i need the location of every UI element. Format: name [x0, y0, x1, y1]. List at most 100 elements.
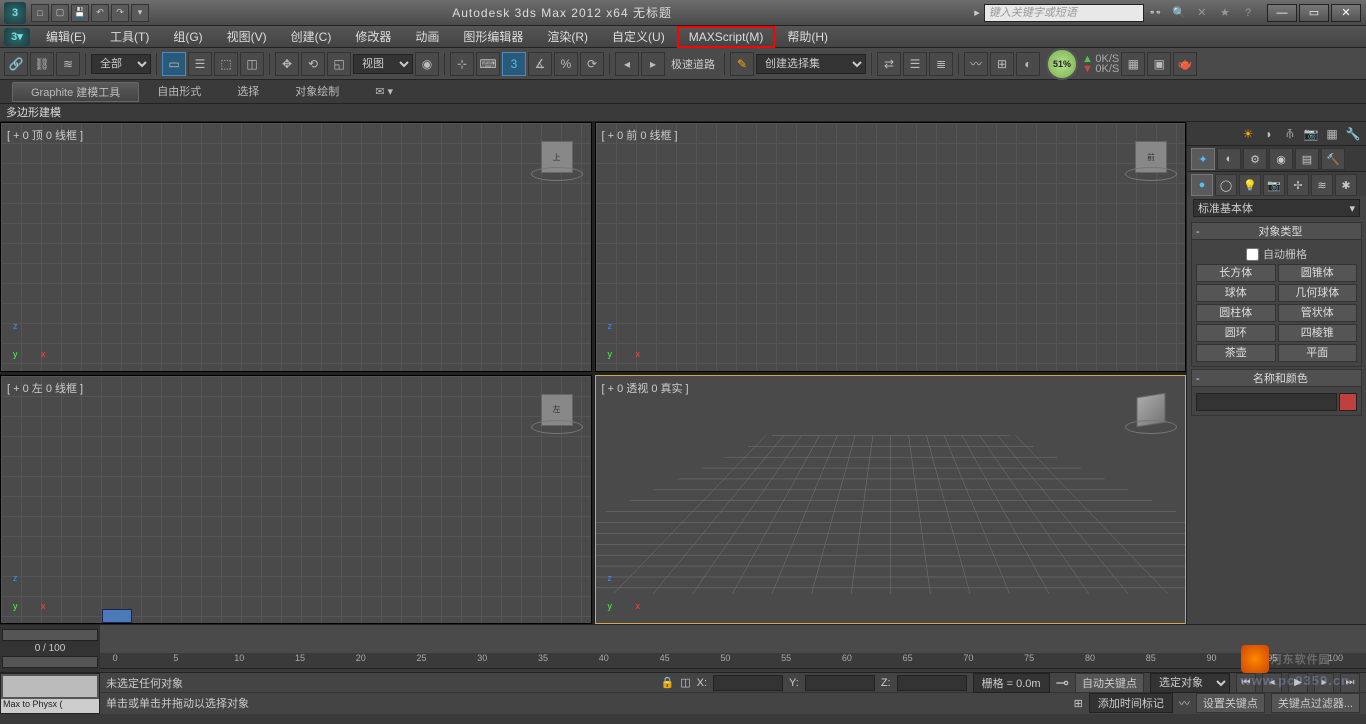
menu-modifiers[interactable]: 修改器: [343, 27, 403, 47]
menu-customize[interactable]: 自定义(U): [600, 27, 677, 47]
coord-x-input[interactable]: [713, 675, 783, 691]
minimize-button[interactable]: —: [1267, 4, 1297, 22]
object-color-swatch[interactable]: [1339, 393, 1357, 411]
obj-torus-button[interactable]: 圆环: [1196, 324, 1276, 342]
obj-pyramid-button[interactable]: 四棱锥: [1278, 324, 1358, 342]
percent-snap-icon[interactable]: %: [554, 52, 578, 76]
material-editor-icon[interactable]: ◐: [1016, 52, 1040, 76]
addtime-button[interactable]: 添加时间标记: [1089, 693, 1173, 713]
qat-new-icon[interactable]: □: [31, 4, 49, 22]
shapes-cat-icon[interactable]: ◯: [1215, 174, 1237, 196]
ribbon-expand-icon[interactable]: ✉ ▾: [357, 82, 411, 102]
render-setup-icon[interactable]: ▦: [1121, 52, 1145, 76]
rotate-icon[interactable]: ⟲: [301, 52, 325, 76]
object-name-input[interactable]: [1196, 393, 1337, 411]
hierarchy-icon[interactable]: ⫚: [1281, 125, 1299, 143]
coord-z-input[interactable]: [897, 675, 967, 691]
manipulate-icon[interactable]: ⊹: [450, 52, 474, 76]
link-icon[interactable]: 🔗: [4, 52, 28, 76]
ref-coord-select[interactable]: 视图: [353, 54, 413, 74]
menu-group[interactable]: 组(G): [161, 27, 214, 47]
menu-maxscript[interactable]: MAXScript(M): [677, 26, 776, 48]
rollout-namecolor-header[interactable]: -名称和颜色: [1191, 369, 1362, 387]
exchange-icon[interactable]: ✕: [1193, 4, 1211, 22]
keyfilter-button[interactable]: 关键点过滤器...: [1271, 693, 1360, 713]
ribbon-tab-graphite[interactable]: Graphite 建模工具: [12, 82, 139, 102]
render-icon[interactable]: 🫖: [1173, 52, 1197, 76]
layers-icon[interactable]: ≣: [929, 52, 953, 76]
time-slider[interactable]: [102, 609, 132, 623]
helpers-cat-icon[interactable]: ✢: [1287, 174, 1309, 196]
ribbon-tab-objpaint[interactable]: 对象绘制: [277, 82, 357, 102]
spacewarps-cat-icon[interactable]: ≋: [1311, 174, 1333, 196]
maximize-button[interactable]: ▭: [1299, 4, 1329, 22]
menu-rendering[interactable]: 渲染(R): [535, 27, 600, 47]
named-sel-next-icon[interactable]: ▸: [641, 52, 665, 76]
angle-snap-icon[interactable]: ∡: [528, 52, 552, 76]
qat-more-icon[interactable]: ▾: [131, 4, 149, 22]
unlink-icon[interactable]: ⛓: [30, 52, 54, 76]
obj-sphere-button[interactable]: 球体: [1196, 284, 1276, 302]
lock-icon[interactable]: 🔒: [661, 676, 675, 689]
schematic-icon[interactable]: ⊞: [990, 52, 1014, 76]
select-region-icon[interactable]: ⬚: [214, 52, 238, 76]
close-button[interactable]: ✕: [1331, 4, 1361, 22]
setkey-button[interactable]: 设置关键点: [1196, 693, 1265, 713]
keymode-select[interactable]: 选定对象: [1150, 673, 1230, 693]
geometry-cat-icon[interactable]: ●: [1191, 174, 1213, 196]
viewcube-left[interactable]: 左: [537, 390, 577, 430]
rollout-objtype-header[interactable]: -对象类型: [1191, 222, 1362, 240]
motion-tab-icon[interactable]: ◉: [1269, 148, 1293, 170]
display-panel-icon[interactable]: ▦: [1323, 125, 1341, 143]
menu-help[interactable]: 帮助(H): [775, 27, 840, 47]
horizon-icon[interactable]: ◗: [1260, 125, 1278, 143]
obj-cone-button[interactable]: 圆锥体: [1278, 264, 1358, 282]
obj-cylinder-button[interactable]: 圆柱体: [1196, 304, 1276, 322]
menu-graph[interactable]: 图形编辑器: [451, 27, 535, 47]
bind-icon[interactable]: ≋: [56, 52, 80, 76]
keyboard-icon[interactable]: ⌨: [476, 52, 500, 76]
hierarchy-tab-icon[interactable]: ⚙: [1243, 148, 1267, 170]
app-menu-icon[interactable]: 3: [4, 2, 26, 24]
ribbon-tab-freeform[interactable]: 自由形式: [139, 82, 219, 102]
viewport-top[interactable]: [ + 0 顶 0 线框 ] 上 zxy: [0, 122, 592, 372]
key-icon[interactable]: ⊸: [1056, 673, 1069, 693]
performance-gauge[interactable]: 51%: [1046, 48, 1078, 80]
qat-redo-icon[interactable]: ↷: [111, 4, 129, 22]
named-sel-prev-icon[interactable]: ◂: [615, 52, 639, 76]
lights-cat-icon[interactable]: 💡: [1239, 174, 1261, 196]
obj-teapot-button[interactable]: 茶壶: [1196, 344, 1276, 362]
binoculars-icon[interactable]: 👓: [1147, 4, 1165, 22]
render-frame-icon[interactable]: ▣: [1147, 52, 1171, 76]
menu-animation[interactable]: 动画: [403, 27, 451, 47]
help-search-input[interactable]: [984, 4, 1144, 22]
iso-icon[interactable]: ◫: [680, 676, 690, 689]
goto-end-icon[interactable]: ⏭: [1340, 673, 1360, 693]
light-icon[interactable]: ☀: [1239, 125, 1257, 143]
viewport-left[interactable]: [ + 0 左 0 线框 ] 左 zxy: [0, 375, 592, 625]
prev-frame-icon[interactable]: ◂: [1262, 673, 1282, 693]
next-frame-icon[interactable]: ▸: [1314, 673, 1334, 693]
create-tab-icon[interactable]: ✦: [1191, 148, 1215, 170]
display-tab-icon[interactable]: ▤: [1295, 148, 1319, 170]
viewport-front[interactable]: [ + 0 前 0 线框 ] 前 zxy: [595, 122, 1187, 372]
qat-open-icon[interactable]: ▢: [51, 4, 69, 22]
track-scroll[interactable]: [2, 629, 98, 641]
coord-y-input[interactable]: [805, 675, 875, 691]
obj-tube-button[interactable]: 管状体: [1278, 304, 1358, 322]
spinner-snap-icon[interactable]: ⟳: [580, 52, 604, 76]
help-icon[interactable]: ?: [1239, 4, 1257, 22]
search-icon[interactable]: 🔍: [1170, 4, 1188, 22]
autogrid-checkbox[interactable]: [1246, 248, 1259, 261]
obj-geosphere-button[interactable]: 几何球体: [1278, 284, 1358, 302]
camera-panel-icon[interactable]: 📷: [1302, 125, 1320, 143]
move-icon[interactable]: ✥: [275, 52, 299, 76]
script-mini-listener[interactable]: Max to Physx (: [0, 673, 100, 714]
comm-icon[interactable]: ⊞: [1074, 697, 1083, 710]
pivot-icon[interactable]: ◉: [415, 52, 439, 76]
utilities-tab-icon[interactable]: 🔨: [1321, 148, 1345, 170]
time-ruler[interactable]: 0510152025303540455055606570758085909510…: [100, 653, 1366, 669]
category-dropdown[interactable]: 标准基本体▾: [1193, 199, 1360, 217]
menu-tools[interactable]: 工具(T): [98, 27, 161, 47]
window-crossing-icon[interactable]: ◫: [240, 52, 264, 76]
